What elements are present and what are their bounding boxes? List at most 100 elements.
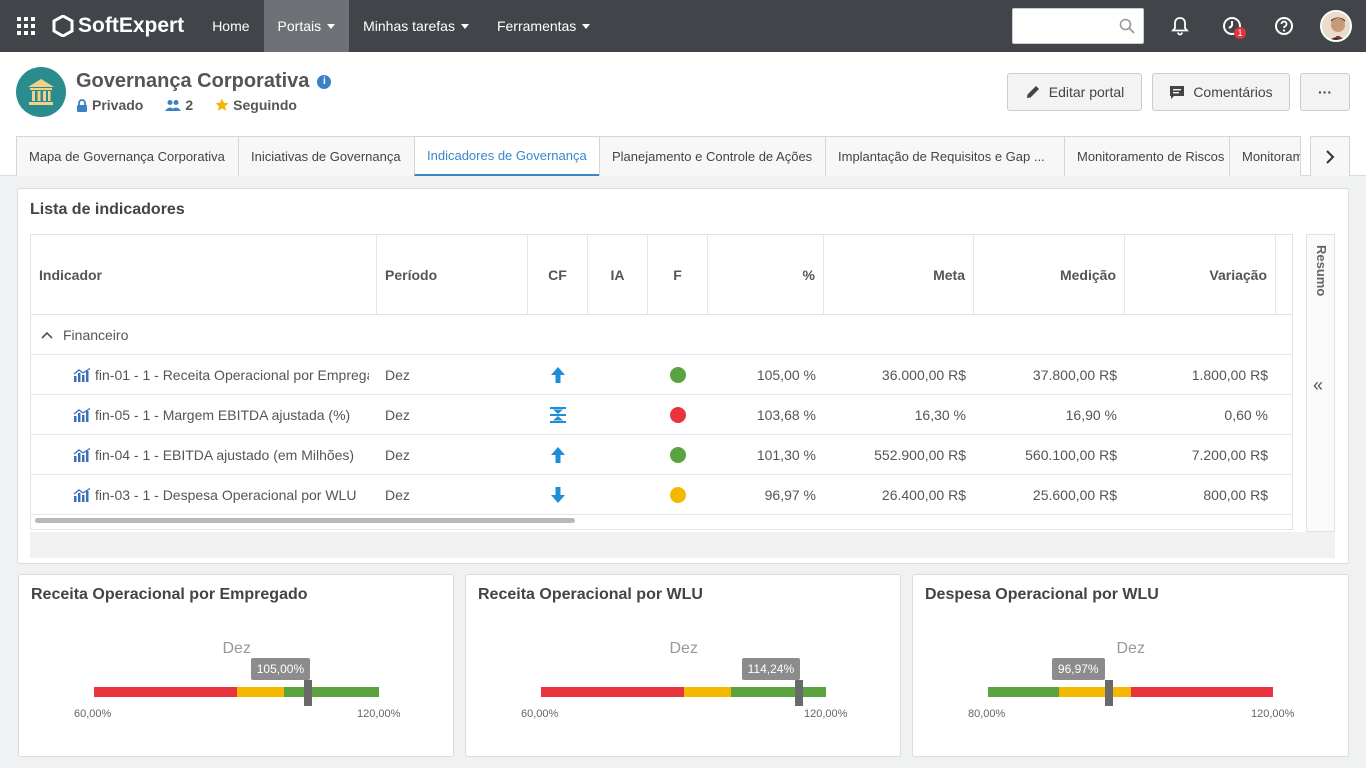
arrow-up-icon [550,366,566,384]
gauge-segment [731,687,826,697]
tabs-scroll-right-button[interactable] [1310,136,1350,176]
table-row[interactable]: fin-04 - 1 - EBITDA ajustado (em Milhões… [31,435,1292,475]
tasks-button[interactable]: 1 [1206,0,1258,52]
gauge-marker [303,680,312,706]
variacao-cell: 1.800,00 R$ [1191,366,1268,383]
portal-tabs: Mapa de Governança Corporativa Iniciativa… [16,136,1301,176]
indicator-chart-icon [73,407,91,422]
star-icon [215,98,229,111]
indicator-cell: fin-03 - 1 - Despesa Operacional por WLU [31,475,377,515]
tasks-badge: 1 [1234,27,1246,39]
portal-logo [16,67,66,117]
chevron-up-icon[interactable] [41,331,53,339]
members-count[interactable]: 2 [165,97,193,113]
lock-icon [77,98,87,112]
status-dot-icon [670,446,686,463]
gauge-segment [541,687,684,697]
nav-item-label: Minhas tarefas [363,18,455,34]
search-icon[interactable] [1119,18,1135,34]
double-chevron-left-icon[interactable]: « [1313,375,1323,396]
horizontal-scrollbar[interactable] [35,518,575,523]
tab-3[interactable]: Planejamento e Controle de Ações [599,136,826,176]
gauge-bar [988,687,1273,697]
column-header[interactable]: CF [528,235,588,315]
softexpert-logo[interactable]: SoftExpert [52,0,184,52]
edit-portal-button[interactable]: Editar portal [1007,73,1142,111]
gauge-max-label: 120,00% [357,708,401,720]
column-header[interactable]: IA [588,235,648,315]
info-icon[interactable]: i [317,74,332,89]
notifications-button[interactable] [1154,0,1206,52]
caret-down-icon [460,23,469,29]
search-input[interactable] [1013,9,1113,43]
comment-icon [1170,85,1185,99]
panel-footer [30,532,1335,558]
group-row-financeiro[interactable]: Financeiro [31,315,1292,355]
nav-item-label: Portais [277,18,322,34]
status-dot-icon [670,486,686,503]
nav-item-portais[interactable]: Portais [263,0,350,52]
tab-4[interactable]: Implantação de Requisitos e Gap ... [825,136,1065,176]
pct-cell: 96,97 % [764,486,816,503]
user-photo-icon [1322,12,1350,40]
tab-2[interactable]: Indicadores de Governança [414,136,600,176]
gauge-title: Receita Operacional por Empregado [31,586,308,603]
table-row[interactable]: fin-05 - 1 - Margem EBITDA ajustada (%) D… [31,395,1292,435]
more-options-button[interactable]: ··· [1300,73,1350,111]
apps-grid-icon[interactable] [0,0,52,52]
gauge-segment [683,687,731,697]
indicators-panel: Lista de indicadores Indicador Período CF I… [17,188,1349,564]
indicator-name[interactable]: fin-01 - 1 - Receita Operacional por Emp… [95,367,369,383]
tab-6[interactable]: Monitoram [1229,136,1301,176]
chevron-right-icon [1326,149,1335,164]
search-field[interactable] [1012,8,1144,44]
ia-cell [588,435,648,475]
comments-button[interactable]: Comentários [1152,73,1290,111]
gauge-segment [1059,687,1131,697]
column-header[interactable]: Meta [824,235,974,315]
user-avatar[interactable] [1320,10,1352,42]
gauge-period: Dez [1116,640,1145,657]
follow-status[interactable]: Seguindo [215,97,297,113]
cf-cell [528,395,588,435]
nav-item-home[interactable]: Home [198,0,263,52]
edit-portal-label: Editar portal [1048,84,1125,100]
medicao-cell: 16,90 % [1065,406,1117,423]
indicators-table: Indicador Período CF IA F% Meta Medição Variaçã… [30,234,1293,530]
indicators-title: Lista de indicadores [30,201,185,218]
gauge-marker [794,680,803,706]
pct-cell: 105,00 % [756,366,816,383]
tab-1[interactable]: Iniciativas de Governança [238,136,415,176]
gauge-title: Receita Operacional por WLU [478,586,703,603]
nav-item-ferramentas[interactable]: Ferramentas [483,0,604,52]
indicator-name[interactable]: fin-03 - 1 - Despesa Operacional por WLU [95,487,356,503]
logo-mark-icon [52,15,74,37]
column-header[interactable]: Período [377,235,528,315]
privacy-label: Privado [92,97,144,113]
status-cell [648,355,708,395]
table-row[interactable]: fin-03 - 1 - Despesa Operacional por WLU… [31,475,1292,515]
help-button[interactable] [1258,0,1310,52]
column-header[interactable]: Medição [974,235,1125,315]
column-header[interactable]: F [648,235,708,315]
target-range-icon [549,406,567,424]
nav-item-minhas-tarefas[interactable]: Minhas tarefas [349,0,483,52]
gauge-max-label: 120,00% [1251,708,1295,720]
column-header[interactable]: % [708,235,824,315]
brand-name: SoftExpert [78,14,185,37]
caret-down-icon [582,23,591,29]
summary-label: Resumo [1314,245,1329,297]
column-header[interactable]: Variação [1125,235,1276,315]
following-label: Seguindo [233,97,297,113]
indicator-name[interactable]: fin-04 - 1 - EBITDA ajustado (em Milhões… [95,447,354,463]
gauge-value-label: 105,00% [250,658,311,680]
gauge-segment [236,687,284,697]
table-row[interactable]: fin-01 - 1 - Receita Operacional por Emp… [31,355,1292,395]
indicator-name[interactable]: fin-05 - 1 - Margem EBITDA ajustada (%) [95,407,350,423]
column-header[interactable]: Indicador [31,235,377,315]
tab-0[interactable]: Mapa de Governança Corporativa [16,136,239,176]
variacao-cell: 0,60 % [1224,406,1268,423]
summary-side-panel[interactable]: Resumo « [1306,234,1335,532]
meta-cell: 552.900,00 R$ [874,446,966,463]
tab-5[interactable]: Monitoramento de Riscos [1064,136,1230,176]
